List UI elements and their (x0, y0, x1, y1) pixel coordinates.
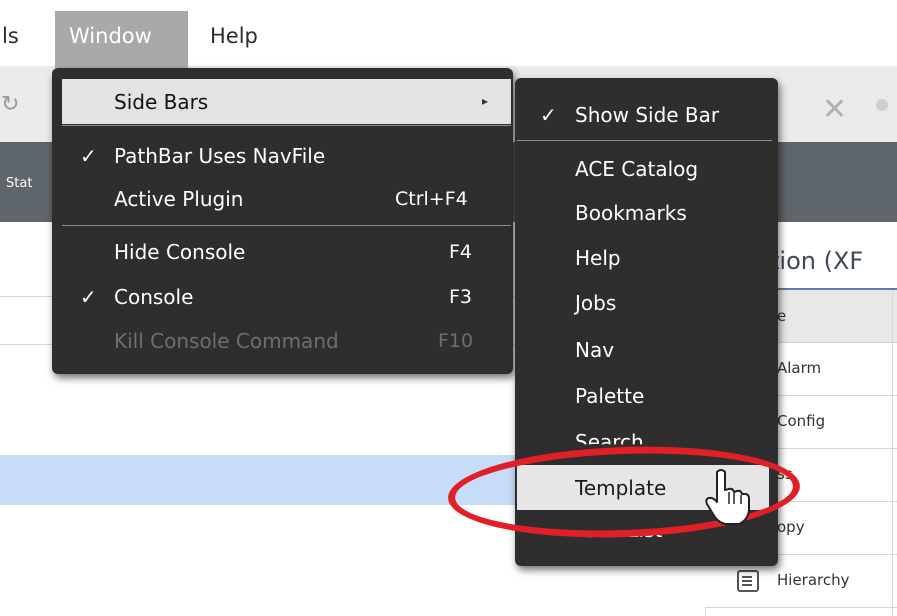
menu-window[interactable]: Window (55, 11, 188, 68)
list-item-label: Alarm (777, 359, 822, 377)
menu-item-console[interactable]: Console (114, 285, 193, 309)
list-item-label: Config (777, 412, 826, 430)
menu-item-ace-catalog[interactable]: ACE Catalog (575, 157, 698, 181)
menu-item-pathbar-uses-navfile[interactable]: PathBar Uses NavFile (114, 144, 325, 168)
check-icon: ✓ (80, 285, 97, 309)
list-item-label: Hierarchy (777, 571, 850, 589)
menu-item-kill-console-command: Kill Console Command (114, 329, 339, 353)
shortcut-label: F3 (449, 286, 473, 308)
menu-bar: ls Window Help (0, 0, 897, 68)
menu-item-jobs[interactable]: Jobs (575, 291, 616, 315)
toolbar-icon[interactable] (876, 99, 888, 111)
menu-separator (517, 140, 772, 141)
status-label: Stat (6, 176, 33, 191)
submenu-arrow-icon: ▸ (482, 94, 489, 108)
menu-separator (62, 225, 511, 226)
close-icon[interactable]: ✕ (822, 92, 847, 127)
menu-item-active-plugin[interactable]: Active Plugin (114, 187, 243, 211)
menu-item-bookmarks[interactable]: Bookmarks (575, 201, 687, 225)
list-item-label: opy (777, 518, 805, 536)
shortcut-label: F4 (449, 241, 473, 263)
check-icon: ✓ (80, 144, 97, 168)
menu-separator (62, 125, 511, 126)
shortcut-label: F10 (438, 330, 474, 352)
menu-help[interactable]: Help (210, 24, 258, 48)
menu-item-palette[interactable]: Palette (575, 384, 644, 408)
column-divider (892, 290, 893, 616)
hand-pointer-icon (705, 469, 750, 525)
shortcut-label: Ctrl+F4 (395, 188, 468, 210)
menu-item-label: Side Bars (114, 90, 209, 114)
menu-item-side-bars[interactable]: Side Bars ▸ (62, 79, 511, 124)
menu-item-show-side-bar[interactable]: Show Side Bar (575, 103, 719, 127)
column-header: e (777, 307, 787, 325)
refresh-icon[interactable]: ↻ (1, 92, 19, 117)
hierarchy-icon (737, 570, 759, 592)
menu-window-label: Window (69, 24, 152, 48)
menu-item-nav[interactable]: Nav (575, 338, 614, 362)
menu-tools[interactable]: ls (2, 24, 19, 48)
menu-item-hide-console[interactable]: Hide Console (114, 240, 245, 264)
check-icon: ✓ (540, 103, 557, 127)
right-panel-title: tion (XF (770, 247, 864, 275)
menu-item-help[interactable]: Help (575, 246, 621, 270)
